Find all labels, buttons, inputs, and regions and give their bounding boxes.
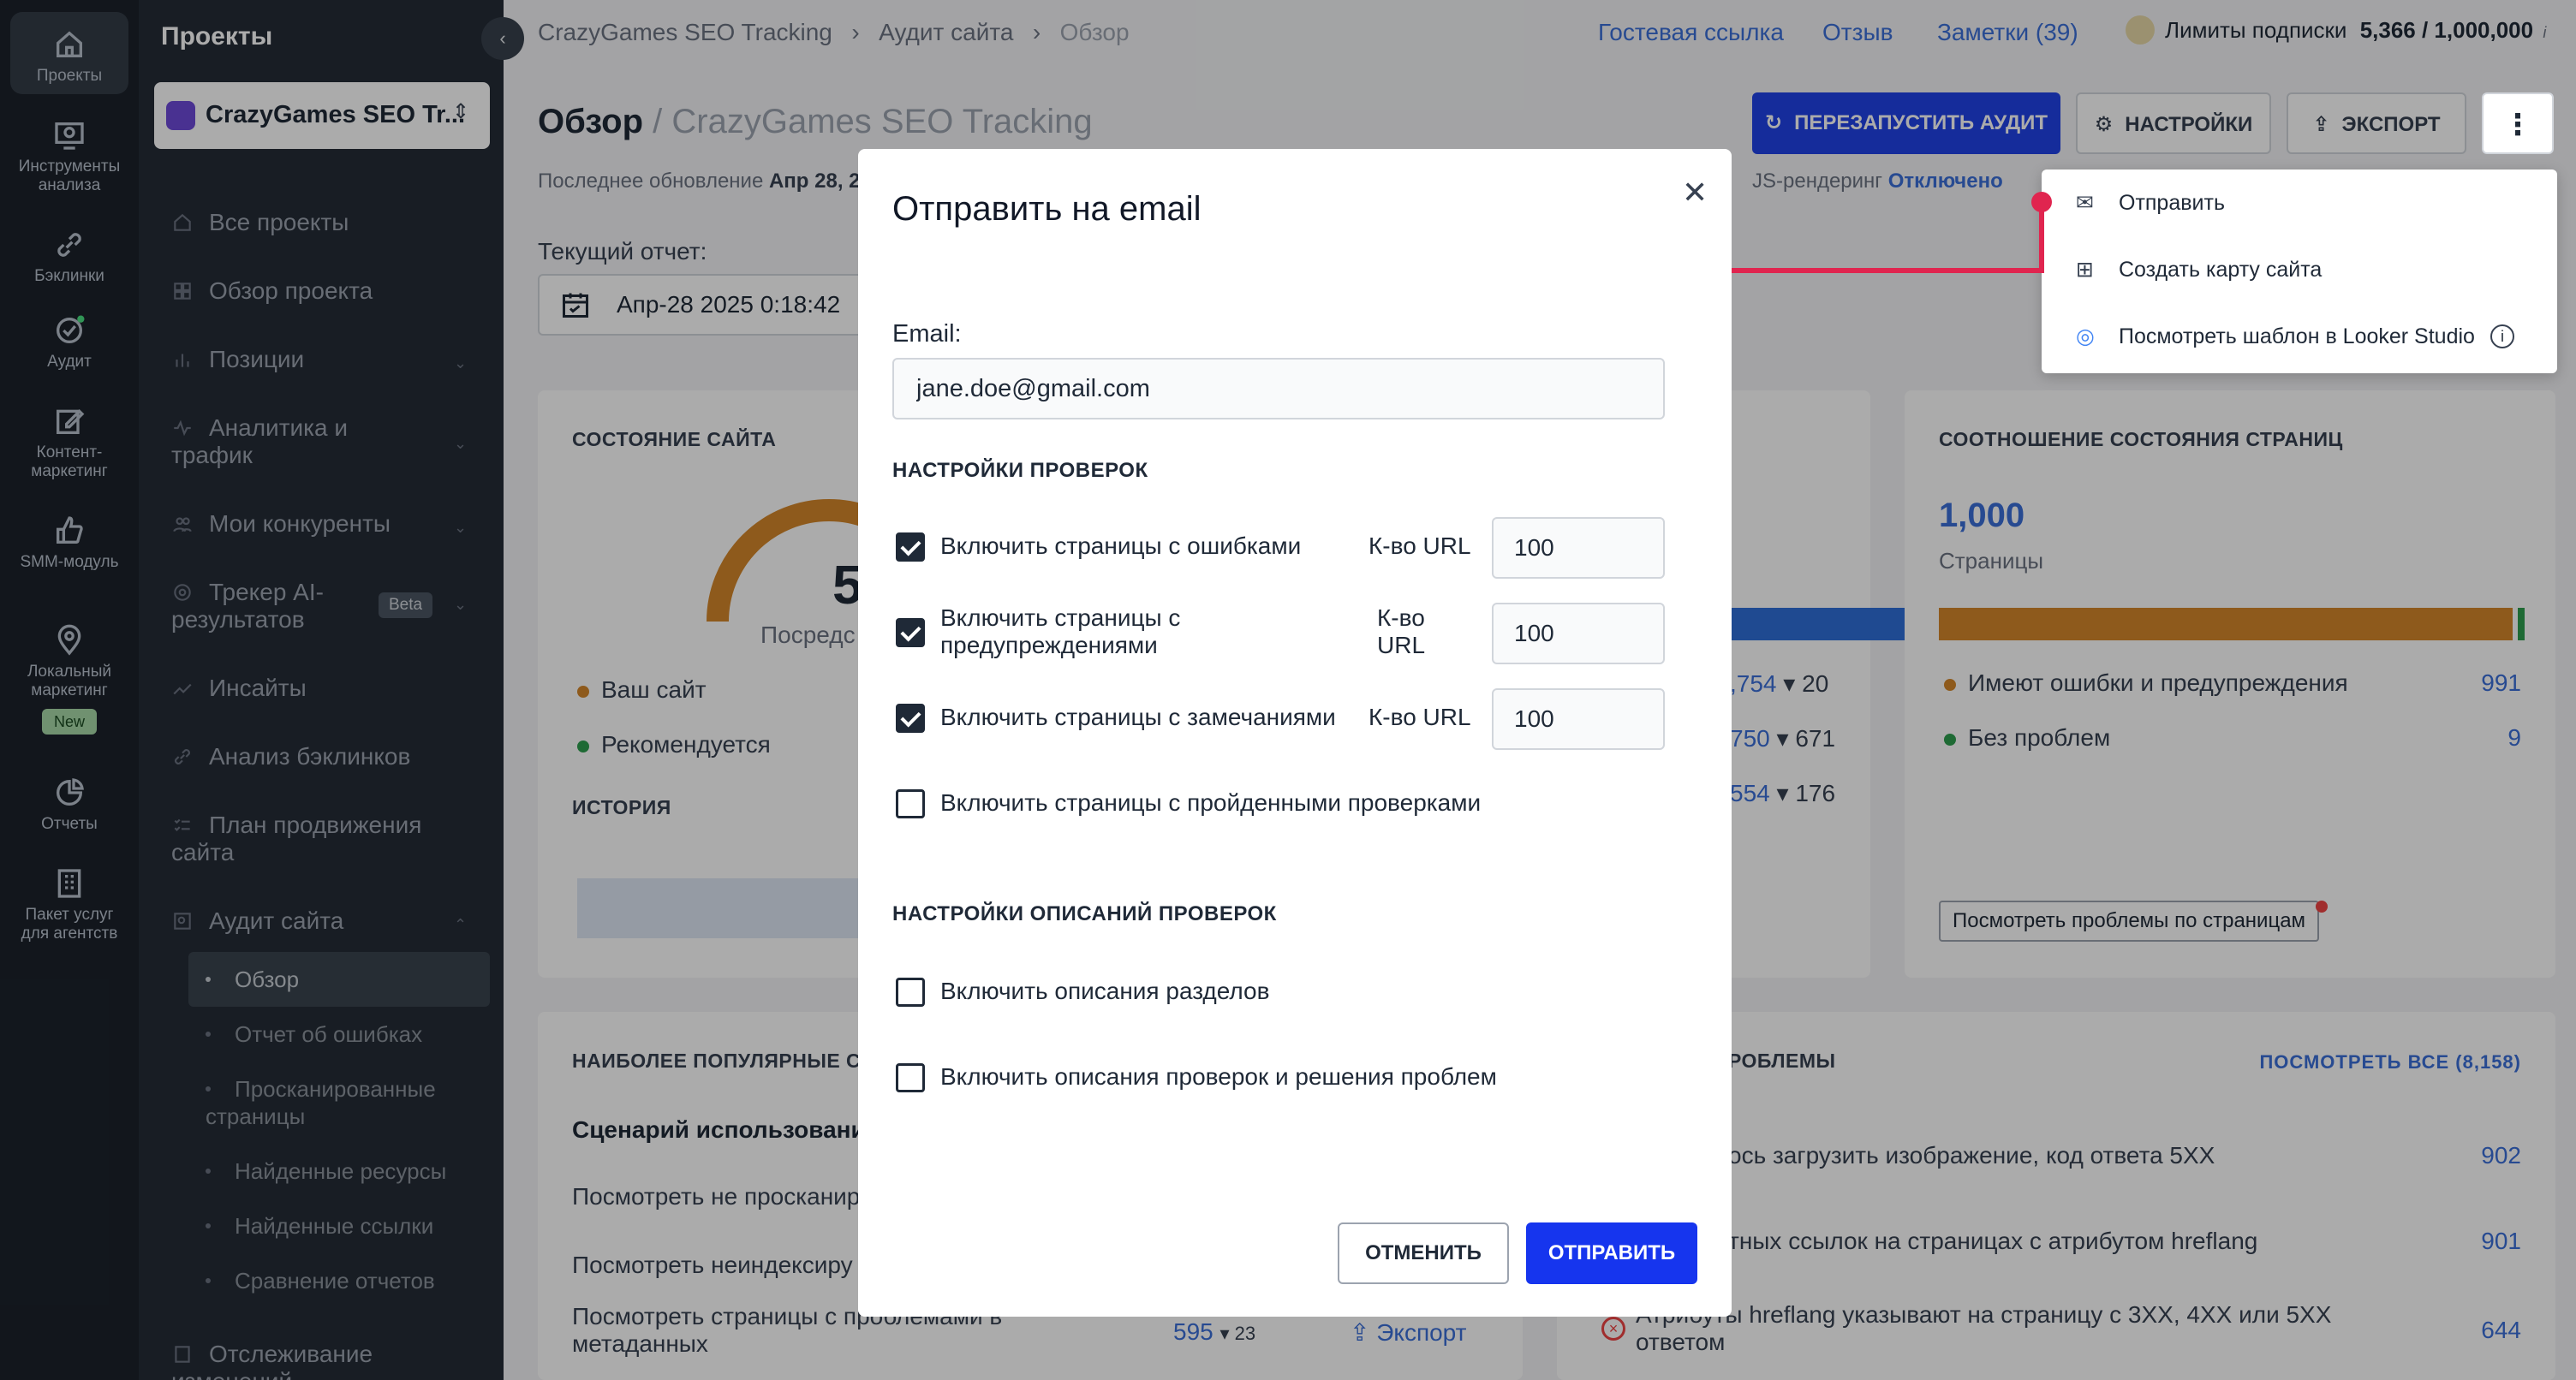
checkbox-check-descriptions[interactable] [896, 1063, 925, 1092]
info-icon[interactable]: i [2490, 324, 2514, 348]
checkbox-section-descriptions[interactable] [896, 978, 925, 1007]
cancel-button[interactable]: ОТМЕНИТЬ [1338, 1222, 1509, 1284]
menu-item-label: Посмотреть шаблон в Looker Studio [2119, 324, 2475, 348]
more-options-button-active[interactable]: ⋮ [2482, 92, 2554, 154]
send-email-modal: Отправить на email ✕ Email: НАСТРОЙКИ ПР… [858, 149, 1732, 1317]
checkbox-label: Включить описания проверок и решения про… [940, 1063, 1497, 1090]
url-count-input-warnings[interactable] [1492, 603, 1665, 664]
mail-icon: ✉ [2076, 191, 2094, 215]
descriptions-settings-heading: НАСТРОЙКИ ОПИСАНИЙ ПРОВЕРОК [892, 902, 1277, 925]
more-options-menu: ✉ Отправить ⊞ Создать карту сайта ◎ Посмотр… [2042, 170, 2557, 373]
email-label: Email: [892, 320, 962, 348]
sitemap-icon: ⊞ [2076, 258, 2094, 282]
menu-item-label: Создать карту сайта [2119, 258, 2323, 282]
more-vertical-icon: ⋮ [2503, 109, 2532, 141]
checkbox-label: Включить страницы с замечаниями [940, 704, 1336, 730]
url-count-label: К-во URL [1377, 604, 1426, 658]
checkbox-label: Включить описания разделов [940, 978, 1270, 1004]
url-count-input-notices[interactable] [1492, 688, 1665, 750]
checkbox-warning-pages[interactable] [896, 618, 925, 647]
checkbox-label: Включить страницы с ошибками [940, 532, 1302, 559]
close-icon[interactable]: ✕ [1682, 175, 1708, 211]
url-count-label: К-во URL [1368, 704, 1471, 730]
url-count-input-errors[interactable] [1492, 517, 1665, 579]
looker-icon: ◎ [2076, 324, 2095, 348]
menu-item-looker[interactable]: ◎ Посмотреть шаблон в Looker Studio i [2076, 324, 2514, 349]
menu-item-sitemap[interactable]: ⊞ Создать карту сайта [2076, 257, 2322, 283]
checkbox-error-pages[interactable] [896, 532, 925, 562]
checkbox-passed-pages[interactable] [896, 789, 925, 818]
menu-item-send[interactable]: ✉ Отправить [2076, 190, 2225, 216]
modal-title: Отправить на email [892, 190, 1202, 228]
email-field[interactable] [892, 358, 1665, 419]
send-button[interactable]: ОТПРАВИТЬ [1526, 1222, 1697, 1284]
checks-settings-heading: НАСТРОЙКИ ПРОВЕРОК [892, 459, 1148, 482]
url-count-label: К-во URL [1368, 532, 1471, 559]
checkbox-label: Включить страницы с пройденными проверка… [940, 789, 1482, 816]
menu-item-label: Отправить [2119, 191, 2225, 215]
checkbox-notice-pages[interactable] [896, 704, 925, 733]
checkbox-label: Включить страницы с предупреждениями [940, 604, 1181, 658]
